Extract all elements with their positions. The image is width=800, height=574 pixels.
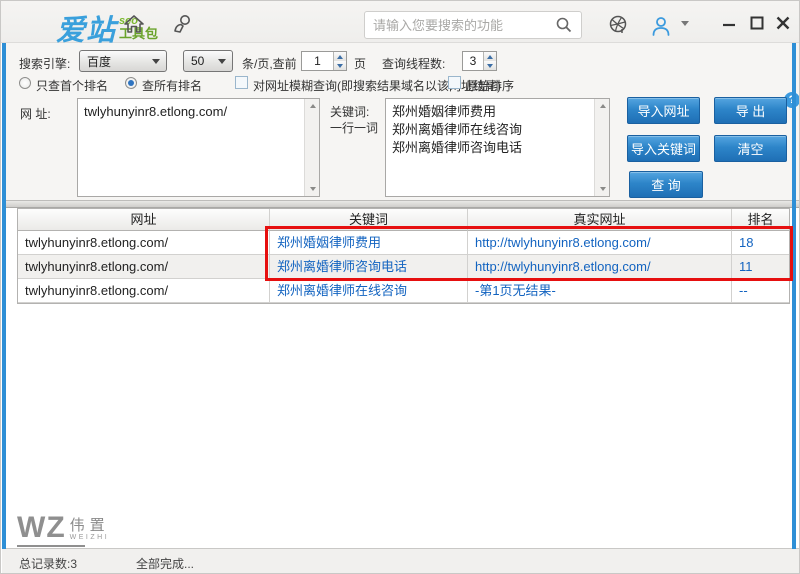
checkbox-fuzzy-match-label[interactable]: 对网址模糊查询(即搜索结果域名以该网址结尾) xyxy=(253,77,501,94)
table-header-cell[interactable]: 真实网址 xyxy=(468,209,732,231)
table-cell-url: twlyhunyinr8.etlong.com/ xyxy=(18,231,270,255)
total-records-label: 总记录数:3 xyxy=(19,557,78,571)
table-cell-real_url[interactable]: http://twlyhunyinr8.etlong.com/ xyxy=(468,231,732,255)
query-control-panel: 搜索引擎: 百度 50 条/页,查前 1 页 查询线程数: 3 ? 只查首个排名… xyxy=(2,43,799,201)
import-urls-button[interactable]: 导入网址 xyxy=(627,97,700,124)
table-cell-real_url[interactable]: http://twlyhunyinr8.etlong.com/ xyxy=(468,255,732,279)
user-stamp-icon[interactable] xyxy=(171,14,193,34)
watermark-sub: WEIZHI xyxy=(69,534,110,541)
search-icon[interactable] xyxy=(555,16,573,34)
scroll-down-icon[interactable] xyxy=(595,182,610,196)
table-cell-rank[interactable]: 18 xyxy=(732,231,789,255)
threads-stepper: 3 xyxy=(462,51,497,71)
chevron-down-icon xyxy=(218,59,226,64)
table-cell-rank[interactable]: 11 xyxy=(732,255,789,279)
table-header-row: 网址 关键词 真实网址 排名 xyxy=(18,209,789,231)
url-textarea-value: twlyhunyinr8.etlong.com/ xyxy=(84,104,228,119)
radio-all-ranks-label[interactable]: 查所有排名 xyxy=(142,77,202,94)
url-scrollbar[interactable] xyxy=(304,99,319,196)
table-row: twlyhunyinr8.etlong.com/郑州婚姻律师费用 http://t… xyxy=(18,231,789,255)
results-area: 网址 关键词 真实网址 排名 twlyhunyinr8.etlong.com/郑州婚姻律… xyxy=(2,208,799,548)
home-icon[interactable] xyxy=(123,14,145,34)
query-button[interactable]: 查 询 xyxy=(629,171,703,198)
url-textarea[interactable]: twlyhunyinr8.etlong.com/ xyxy=(77,98,320,197)
per-page-value: 50 xyxy=(191,54,205,68)
chevron-down-icon xyxy=(152,59,160,64)
keywords-sublabel: 一行一词 xyxy=(330,121,379,135)
table-row: twlyhunyinr8.etlong.com/郑州离婚律师咨询电话 http:/… xyxy=(18,255,789,279)
table-cell-keyword[interactable]: 郑州离婚律师咨询电话 xyxy=(270,255,468,279)
per-page-label: 条/页,查前 xyxy=(242,57,297,71)
network-globe-icon[interactable] xyxy=(607,14,629,34)
table-cell-url: twlyhunyinr8.etlong.com/ xyxy=(18,255,270,279)
page-count-stepper: 1 xyxy=(301,51,347,71)
watermark: WZ 伟置 WEIZHI xyxy=(17,513,110,547)
maximize-button[interactable] xyxy=(747,14,767,32)
radio-all-ranks[interactable] xyxy=(125,77,137,89)
keywords-textarea[interactable]: 郑州婚姻律师费用郑州离婚律师在线咨询 郑州离婚律师咨询电话 xyxy=(385,98,610,197)
per-page-select[interactable]: 50 xyxy=(183,50,233,72)
import-keywords-button[interactable]: 导入关键词 xyxy=(627,135,700,162)
threads-label: 查询线程数: xyxy=(382,57,446,71)
page-count-down[interactable] xyxy=(334,61,346,70)
checkbox-original-order-label[interactable]: 原始排序 xyxy=(466,77,514,94)
close-button[interactable] xyxy=(773,14,793,32)
keywords-textarea-value: 郑州婚姻律师费用郑州离婚律师在线咨询 郑州离婚律师咨询电话 xyxy=(392,103,589,157)
panel-splitter[interactable] xyxy=(2,200,799,208)
keywords-scrollbar[interactable] xyxy=(594,99,609,196)
keywords-label: 关键词: xyxy=(330,105,370,119)
function-search-input[interactable] xyxy=(373,17,555,33)
table-cell-real_url[interactable]: -第1页无结果- xyxy=(468,279,732,303)
table-header-cell[interactable]: 网址 xyxy=(18,209,270,231)
threads-down[interactable] xyxy=(484,61,496,70)
watermark-name: 伟置 xyxy=(69,517,110,534)
clear-button[interactable]: 清空 xyxy=(714,135,787,162)
window-edge-right xyxy=(792,43,796,549)
radio-first-rank-label[interactable]: 只查首个排名 xyxy=(36,77,108,94)
table-cell-keyword[interactable]: 郑州离婚律师在线咨询 xyxy=(270,279,468,303)
minimize-button[interactable] xyxy=(719,14,739,32)
table-header-cell[interactable]: 排名 xyxy=(732,209,789,231)
function-search xyxy=(364,11,582,39)
page-count-value[interactable]: 1 xyxy=(302,52,333,70)
table-cell-keyword[interactable]: 郑州婚姻律师费用 xyxy=(270,231,468,255)
table-cell-url: twlyhunyinr8.etlong.com/ xyxy=(18,279,270,303)
keyword-line: 郑州离婚律师在线咨询 xyxy=(392,122,523,137)
search-engine-label: 搜索引擎: xyxy=(19,57,71,71)
window-edge-left xyxy=(2,43,6,549)
account-icon[interactable] xyxy=(649,14,671,36)
export-button[interactable]: 导 出 xyxy=(714,97,787,124)
checkbox-fuzzy-match[interactable] xyxy=(235,76,248,89)
scroll-up-icon[interactable] xyxy=(305,99,320,113)
account-caret-icon[interactable] xyxy=(681,21,703,41)
radio-first-rank[interactable] xyxy=(19,77,31,89)
titlebar: 爱站 seo 工具包 xyxy=(1,1,799,47)
status-text: 全部完成... xyxy=(136,557,195,571)
threads-value[interactable]: 3 xyxy=(463,52,483,70)
statusbar: 总记录数:3 全部完成... xyxy=(2,548,799,573)
watermark-wz: WZ xyxy=(17,511,66,544)
keyword-line: 郑州婚姻律师费用 xyxy=(392,104,497,119)
search-engine-select[interactable]: 百度 xyxy=(79,50,167,72)
scroll-up-icon[interactable] xyxy=(595,99,610,113)
table-cell-rank[interactable]: -- xyxy=(732,279,789,303)
threads-up[interactable] xyxy=(484,52,496,61)
table-header-cell[interactable]: 关键词 xyxy=(270,209,468,231)
checkbox-original-order[interactable] xyxy=(448,76,461,89)
page-count-up[interactable] xyxy=(334,52,346,61)
table-row: twlyhunyinr8.etlong.com/郑州离婚律师在线咨询 -第1页无结… xyxy=(18,279,789,303)
url-label: 网 址: xyxy=(20,107,51,121)
page-suffix-label: 页 xyxy=(354,57,367,71)
app-window: 爱站 seo 工具包 请输入您要搜索的功能 搜索引擎: 百度 50 条/页,查前… xyxy=(0,0,800,574)
results-table: 网址 关键词 真实网址 排名 twlyhunyinr8.etlong.com/郑州婚姻律… xyxy=(17,208,790,304)
search-engine-value: 百度 xyxy=(87,54,112,69)
keyword-line: 郑州离婚律师咨询电话 xyxy=(392,140,523,155)
scroll-down-icon[interactable] xyxy=(305,182,320,196)
